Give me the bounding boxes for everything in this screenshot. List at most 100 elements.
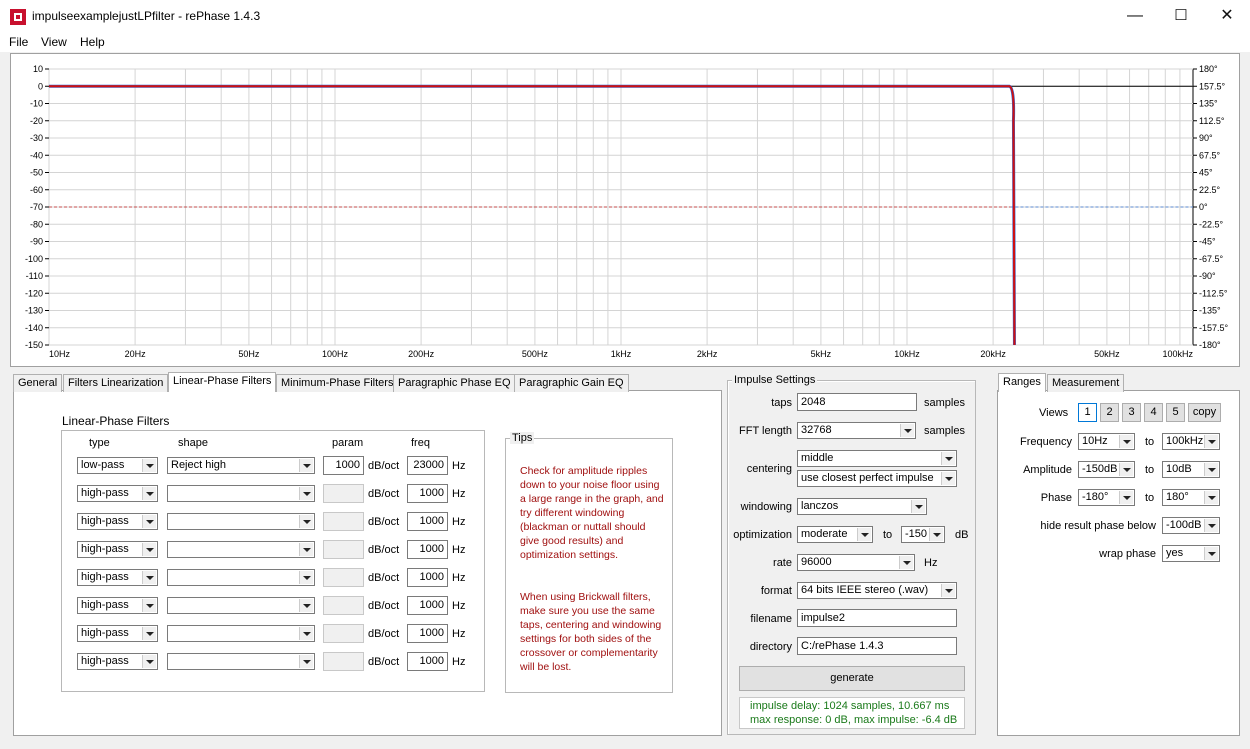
optimization-value: moderate — [801, 528, 848, 540]
tab-linear-phase-filters[interactable]: Linear-Phase Filters — [168, 372, 277, 392]
tab-minimum-phase-filters[interactable]: Minimum-Phase Filters — [276, 374, 399, 392]
filter-shape-select[interactable] — [167, 597, 315, 614]
filter-freq-input[interactable]: 1000 — [407, 652, 448, 671]
phase-to-select[interactable]: 180° — [1162, 489, 1220, 506]
directory-input[interactable]: C:/rePhase 1.4.3 — [797, 637, 957, 655]
menu-view[interactable]: View — [41, 35, 67, 49]
frequency-from-select[interactable]: 10Hz — [1078, 433, 1135, 450]
fft-length-select[interactable]: 32768 — [797, 422, 916, 439]
filter-shape-select[interactable] — [167, 485, 315, 502]
view-5-button[interactable]: 5 — [1166, 403, 1185, 422]
menu-help[interactable]: Help — [80, 35, 105, 49]
filter-freq-input[interactable]: 1000 — [407, 512, 448, 531]
filter-type-select[interactable]: high-pass — [77, 513, 158, 530]
filename-label: filename — [750, 613, 792, 625]
filter-shape-select[interactable] — [167, 513, 315, 530]
filter-param-unit: dB/oct — [368, 656, 400, 668]
x-tick-label: 100kHz — [1162, 349, 1193, 359]
y-tick-label-right: -180° — [1199, 340, 1221, 350]
minimize-button[interactable]: — — [1112, 0, 1158, 32]
filter-freq-input[interactable]: 1000 — [407, 484, 448, 503]
centering-mode-select[interactable]: use closest perfect impulse — [797, 470, 957, 487]
tab-ranges[interactable]: Ranges — [998, 373, 1046, 392]
y-tick-label-right: -45° — [1199, 237, 1216, 247]
copy-view-button[interactable]: copy — [1188, 403, 1221, 422]
taps-input[interactable]: 2048 — [797, 393, 917, 411]
view-2-button[interactable]: 2 — [1100, 403, 1119, 422]
filter-type-select[interactable]: high-pass — [77, 569, 158, 586]
chevron-down-icon — [1204, 547, 1218, 560]
filter-freq-input[interactable]: 23000 — [407, 456, 448, 475]
phase-from-value: -180° — [1082, 491, 1109, 503]
filter-freq-input[interactable]: 1000 — [407, 624, 448, 643]
filter-param-input[interactable] — [323, 624, 364, 643]
hide-phase-select[interactable]: -100dB — [1162, 517, 1220, 534]
generate-button[interactable]: generate — [739, 666, 965, 691]
filter-param-unit: dB/oct — [368, 488, 400, 500]
frequency-to-select[interactable]: 100kHz — [1162, 433, 1220, 450]
view-1-button[interactable]: 1 — [1078, 403, 1097, 422]
filter-shape-select[interactable] — [167, 541, 315, 558]
filter-param-input[interactable] — [323, 596, 364, 615]
rate-select[interactable]: 96000 — [797, 554, 915, 571]
filter-param-input[interactable] — [323, 540, 364, 559]
filter-freq-input[interactable]: 1000 — [407, 568, 448, 587]
close-button[interactable]: ✕ — [1204, 0, 1250, 32]
filter-param-input[interactable] — [323, 484, 364, 503]
tips-title: Tips — [510, 432, 535, 444]
optimization-select[interactable]: moderate — [797, 526, 873, 543]
filter-type-value: high-pass — [81, 515, 129, 527]
filter-type-select[interactable]: high-pass — [77, 625, 158, 642]
filter-type-select[interactable]: high-pass — [77, 653, 158, 670]
phase-label: Phase — [1040, 492, 1072, 504]
amplitude-to-select[interactable]: 10dB — [1162, 461, 1220, 478]
filter-shape-select[interactable] — [167, 625, 315, 642]
y-tick-label-left: 10 — [33, 64, 43, 74]
response-graph[interactable]: 10 0 -10 -20 -30 -40 -50 -60 -70 -80 -90 -100 -110 -1… — [10, 53, 1240, 367]
directory-label: directory — [749, 641, 792, 653]
filter-param-input[interactable]: 1000 — [323, 456, 364, 475]
x-tick-label: 100Hz — [322, 349, 349, 359]
filter-type-value: high-pass — [81, 627, 129, 639]
tab-measurement[interactable]: Measurement — [1047, 374, 1125, 392]
filter-type-select[interactable]: high-pass — [77, 597, 158, 614]
chevron-down-icon — [1119, 491, 1133, 504]
filter-param-input[interactable] — [323, 512, 364, 531]
taps-label: taps — [771, 397, 792, 409]
maximize-button[interactable]: ☐ — [1158, 0, 1204, 32]
chevron-down-icon — [299, 655, 313, 668]
optimization-db-select[interactable]: -150 — [901, 526, 945, 543]
menu-file[interactable]: File — [9, 35, 28, 49]
filter-param-input[interactable] — [323, 568, 364, 587]
filter-freq-input[interactable]: 1000 — [407, 596, 448, 615]
filter-type-value: high-pass — [81, 599, 129, 611]
format-select[interactable]: 64 bits IEEE stereo (.wav) — [797, 582, 957, 599]
filter-param-unit: dB/oct — [368, 544, 400, 556]
wrap-phase-select[interactable]: yes — [1162, 545, 1220, 562]
tab-filters-linearization[interactable]: Filters Linearization — [63, 374, 169, 392]
hide-phase-value: -100dB — [1166, 519, 1202, 531]
tab-paragraphic-phase-eq[interactable]: Paragraphic Phase EQ — [393, 374, 516, 392]
filter-shape-select[interactable] — [167, 569, 315, 586]
filter-type-value: low-pass — [81, 459, 125, 471]
filter-shape-select[interactable]: Reject high — [167, 457, 315, 474]
filter-type-select[interactable]: low-pass — [77, 457, 158, 474]
tab-paragraphic-gain-eq[interactable]: Paragraphic Gain EQ — [514, 374, 629, 392]
filter-param-input[interactable] — [323, 652, 364, 671]
centering-select[interactable]: middle — [797, 450, 957, 467]
filter-type-select[interactable]: high-pass — [77, 541, 158, 558]
view-4-button[interactable]: 4 — [1144, 403, 1163, 422]
frequency-from-value: 10Hz — [1082, 435, 1108, 447]
chevron-down-icon — [142, 627, 156, 640]
chevron-down-icon — [1204, 519, 1218, 532]
filename-input[interactable]: impulse2 — [797, 609, 957, 627]
y-tick-label-right: 135° — [1199, 99, 1218, 109]
phase-from-select[interactable]: -180° — [1078, 489, 1135, 506]
tab-general[interactable]: General — [13, 374, 63, 392]
filter-freq-input[interactable]: 1000 — [407, 540, 448, 559]
filter-shape-select[interactable] — [167, 653, 315, 670]
amplitude-from-select[interactable]: -150dB — [1078, 461, 1135, 478]
windowing-select[interactable]: lanczos — [797, 498, 927, 515]
filter-type-select[interactable]: high-pass — [77, 485, 158, 502]
view-3-button[interactable]: 3 — [1122, 403, 1141, 422]
